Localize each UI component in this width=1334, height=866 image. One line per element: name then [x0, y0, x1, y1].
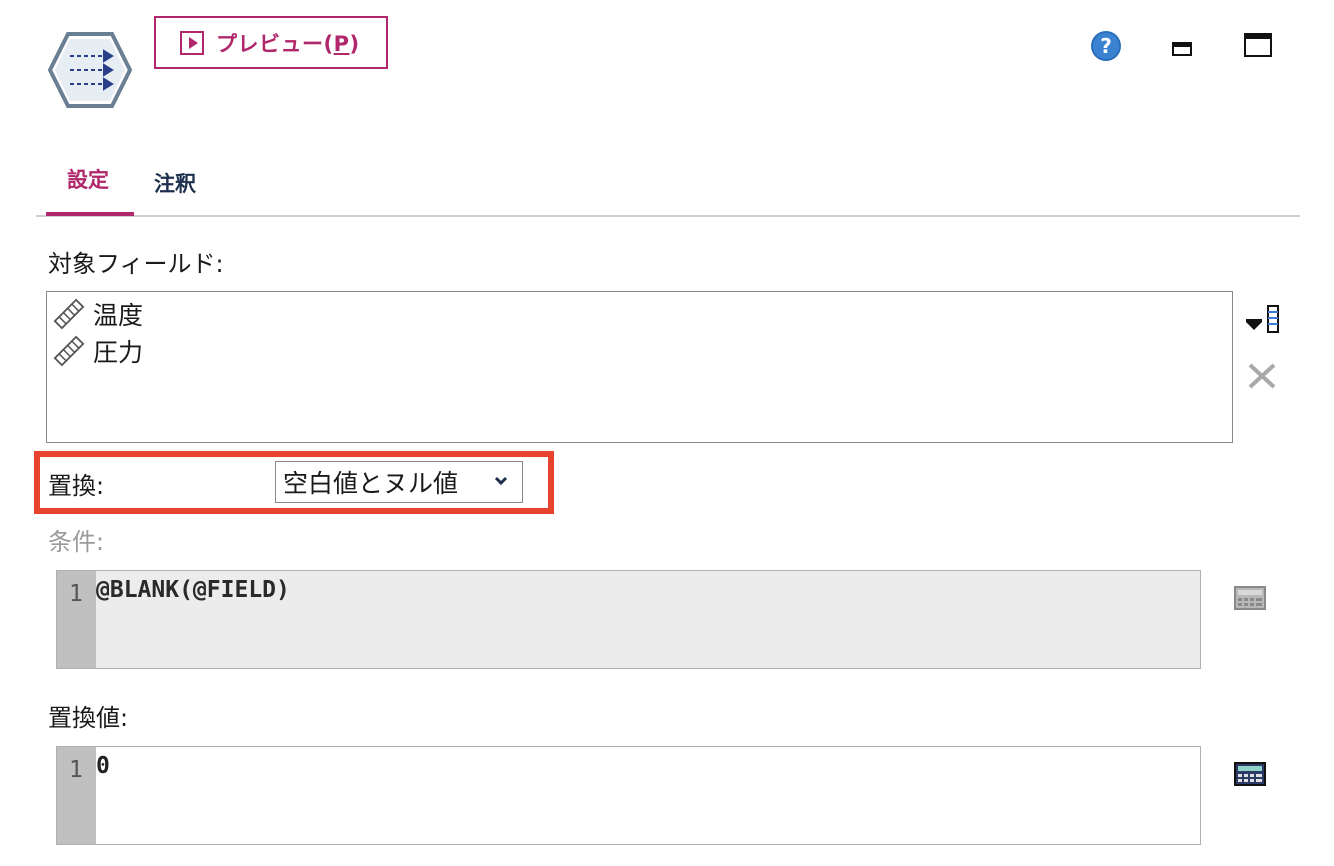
condition-label: 条件:: [48, 528, 105, 556]
filler-node-icon: [47, 32, 133, 108]
expression-builder-icon[interactable]: [1234, 762, 1266, 786]
svg-text:?: ?: [1100, 34, 1112, 58]
line-number: 1: [57, 747, 96, 844]
tab-bar: 設定 注釈: [36, 150, 1300, 217]
replace-value-label: 置換値:: [48, 704, 129, 732]
field-name: 温度: [93, 301, 144, 330]
replace-select-value: 空白値とヌル値: [283, 469, 459, 498]
condition-editor[interactable]: 1 @BLANK(@FIELD): [56, 570, 1201, 669]
list-item[interactable]: 圧力: [53, 333, 143, 369]
help-icon[interactable]: ?: [1090, 30, 1122, 62]
tab-annotation[interactable]: 注釈: [154, 150, 234, 215]
replace-label: 置換:: [48, 472, 105, 500]
node-dialog: プレビュー(P) ? 設定 注釈 対象フィールド: 温度 圧力 置換: 空白値と…: [0, 0, 1334, 866]
chevron-down-icon: [494, 476, 508, 486]
tab-settings[interactable]: 設定: [46, 150, 134, 216]
condition-code: @BLANK(@FIELD): [96, 577, 290, 603]
minimize-icon[interactable]: [1172, 42, 1192, 56]
replace-value-code: 0: [96, 753, 110, 779]
field-list[interactable]: 温度 圧力: [46, 291, 1233, 443]
replace-select[interactable]: 空白値とヌル値: [275, 461, 523, 503]
line-number: 1: [57, 571, 96, 668]
ruler-icon: [53, 298, 85, 330]
ruler-icon: [53, 335, 85, 367]
delete-icon[interactable]: [1247, 362, 1277, 390]
field-name: 圧力: [93, 338, 144, 367]
play-icon: [180, 30, 204, 55]
fields-label: 対象フィールド:: [48, 250, 224, 278]
preview-button-label: プレビュー(P): [216, 31, 360, 56]
expression-builder-icon-disabled[interactable]: [1234, 586, 1266, 610]
preview-button[interactable]: プレビュー(P): [154, 16, 388, 69]
maximize-icon[interactable]: [1244, 33, 1272, 57]
list-item[interactable]: 温度: [53, 296, 143, 332]
field-picker-icon[interactable]: [1244, 302, 1280, 334]
replace-value-editor[interactable]: 1 0: [56, 746, 1201, 845]
